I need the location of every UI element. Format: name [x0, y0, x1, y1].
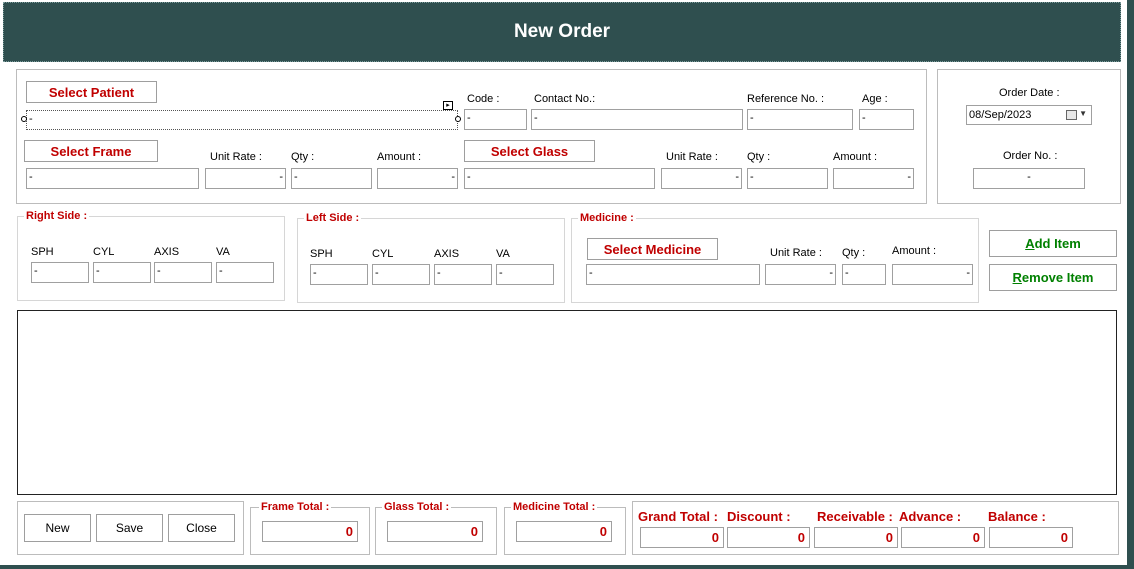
glass-amount-label: Amount :	[833, 151, 878, 163]
advance-label: Advance :	[899, 509, 962, 524]
left-side-group	[297, 218, 565, 303]
right-cyl-label: CYL	[93, 246, 115, 258]
left-side-title: Left Side :	[304, 212, 362, 224]
medicine-group	[571, 218, 979, 303]
left-axis-field[interactable]: -	[434, 264, 492, 285]
add-item-label: dd Item	[1034, 236, 1081, 251]
right-side-group	[17, 216, 285, 301]
medicine-amount-field[interactable]: -	[892, 264, 973, 285]
left-va-field[interactable]: -	[496, 264, 554, 285]
glass-total-label: Glass Total :	[382, 501, 452, 513]
code-label: Code :	[467, 93, 500, 105]
resize-handle-right[interactable]	[455, 116, 461, 122]
medicine-unit-rate-label: Unit Rate :	[770, 247, 822, 259]
select-glass-button[interactable]: Select Glass	[464, 140, 595, 162]
discount-label: Discount :	[727, 509, 791, 524]
left-cyl-label: CYL	[372, 248, 394, 260]
medicine-amount-label: Amount :	[892, 245, 937, 257]
frame-qty-label: Qty :	[291, 151, 315, 163]
glass-unit-rate-field[interactable]: -	[661, 168, 742, 189]
close-button[interactable]: Close	[168, 514, 235, 542]
contact-field[interactable]: -	[531, 109, 743, 130]
right-va-field[interactable]: -	[216, 262, 274, 283]
frame-unit-rate-label: Unit Rate :	[210, 151, 262, 163]
right-side-title: Right Side :	[24, 210, 90, 222]
reference-field[interactable]: -	[747, 109, 853, 130]
add-item-mnemonic: A	[1025, 236, 1035, 251]
age-field[interactable]: -	[859, 109, 914, 130]
frame-name-field[interactable]: -	[26, 168, 199, 189]
frame-total-field[interactable]: 0	[262, 521, 358, 542]
receivable-field[interactable]: 0	[814, 527, 898, 548]
discount-field[interactable]: 0	[727, 527, 810, 548]
resize-handle-left[interactable]	[21, 116, 27, 122]
left-va-label: VA	[496, 248, 510, 260]
remove-item-mnemonic: R	[1012, 270, 1022, 285]
left-axis-label: AXIS	[434, 248, 460, 260]
reference-label: Reference No. :	[747, 93, 825, 105]
order-date-label: Order Date :	[999, 87, 1060, 99]
medicine-unit-rate-field[interactable]: -	[765, 264, 836, 285]
select-medicine-button[interactable]: Select Medicine	[587, 238, 718, 260]
balance-field[interactable]: 0	[989, 527, 1073, 548]
glass-qty-field[interactable]: -	[747, 168, 828, 189]
medicine-qty-field[interactable]: -	[842, 264, 886, 285]
glass-total-field[interactable]: 0	[387, 521, 483, 542]
page-title: New Order	[3, 2, 1121, 62]
frame-amount-label: Amount :	[377, 151, 422, 163]
medicine-title: Medicine :	[578, 212, 636, 224]
frame-unit-rate-field[interactable]: -	[205, 168, 286, 189]
advance-field[interactable]: 0	[901, 527, 985, 548]
save-button[interactable]: Save	[96, 514, 163, 542]
frame-amount-field[interactable]: -	[377, 168, 458, 189]
glass-name-field[interactable]: -	[464, 168, 655, 189]
frame-total-label: Frame Total :	[259, 501, 332, 513]
smart-tag-icon[interactable]: ▸	[443, 101, 453, 110]
chevron-down-icon[interactable]: ▼	[1079, 109, 1087, 118]
medicine-total-label: Medicine Total :	[511, 501, 598, 513]
right-sph-label: SPH	[31, 246, 54, 258]
glass-unit-rate-label: Unit Rate :	[666, 151, 718, 163]
right-axis-field[interactable]: -	[154, 262, 212, 283]
glass-qty-label: Qty :	[747, 151, 771, 163]
order-no-label: Order No. :	[1003, 150, 1058, 162]
glass-amount-field[interactable]: -	[833, 168, 914, 189]
frame-qty-field[interactable]: -	[291, 168, 372, 189]
left-cyl-field[interactable]: -	[372, 264, 430, 285]
right-axis-label: AXIS	[154, 246, 180, 258]
receivable-label: Receivable :	[817, 509, 893, 524]
order-date-value: 08/Sep/2023	[969, 109, 1032, 121]
contact-label: Contact No.:	[534, 93, 596, 105]
order-form: New Order Select Patient - ▸ Code : - Co…	[0, 0, 1127, 565]
medicine-qty-label: Qty :	[842, 247, 866, 259]
age-label: Age :	[862, 93, 888, 105]
balance-label: Balance :	[988, 509, 1046, 524]
code-field[interactable]: -	[464, 109, 527, 130]
grand-total-field[interactable]: 0	[640, 527, 724, 548]
remove-item-button[interactable]: Remove Item	[989, 264, 1117, 291]
right-sph-field[interactable]: -	[31, 262, 89, 283]
new-button[interactable]: New	[24, 514, 91, 542]
order-no-field[interactable]: -	[973, 168, 1085, 189]
grand-total-label: Grand Total :	[638, 509, 718, 524]
left-sph-label: SPH	[310, 248, 333, 260]
select-frame-button[interactable]: Select Frame	[24, 140, 158, 162]
add-item-button[interactable]: Add Item	[989, 230, 1117, 257]
patient-name-field[interactable]: -	[26, 110, 458, 130]
right-va-label: VA	[216, 246, 230, 258]
order-items-grid[interactable]	[17, 310, 1117, 495]
select-patient-button[interactable]: Select Patient	[26, 81, 157, 103]
medicine-name-field[interactable]: -	[586, 264, 760, 285]
right-cyl-field[interactable]: -	[93, 262, 151, 283]
calendar-icon[interactable]	[1066, 110, 1077, 120]
order-date-picker[interactable]: 08/Sep/2023 ▼	[966, 105, 1092, 125]
left-sph-field[interactable]: -	[310, 264, 368, 285]
medicine-total-field[interactable]: 0	[516, 521, 612, 542]
remove-item-label: emove Item	[1021, 270, 1094, 285]
